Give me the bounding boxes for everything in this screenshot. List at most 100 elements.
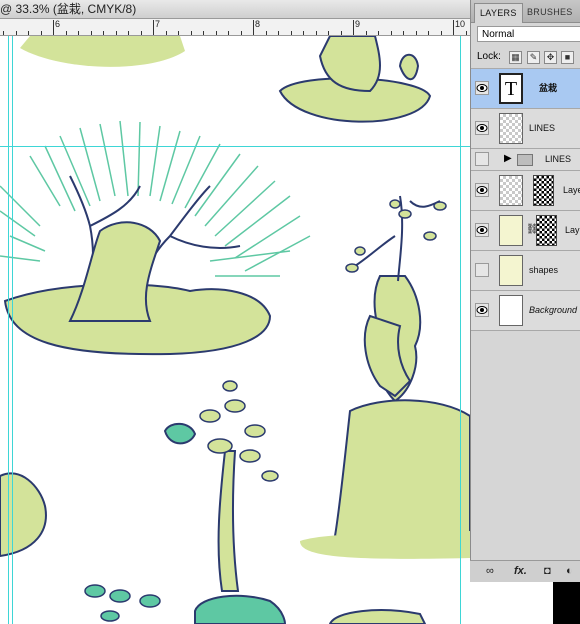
layers-panel: LAYERS BRUSHES Normal Lock: ▦ ✎ ✥ ■ T 盆栽… — [470, 0, 580, 582]
ruler-tick — [328, 31, 329, 35]
ruler-tick — [265, 31, 267, 35]
ruler-tick — [153, 20, 154, 35]
ruler-tick — [228, 31, 229, 35]
layer-name: Background — [529, 305, 578, 315]
layer-row-background[interactable]: Background — [471, 291, 580, 331]
ruler-tick — [40, 31, 42, 35]
layer-thumbnail — [499, 113, 523, 144]
ruler-tick — [428, 31, 429, 35]
link-icon[interactable]: ∞ — [486, 565, 494, 577]
ruler-tick — [465, 31, 467, 35]
ruler-tick — [28, 31, 29, 35]
panel-tabs: LAYERS BRUSHES — [471, 0, 580, 23]
workspace-edge — [553, 582, 580, 624]
layer-thumbnail — [499, 175, 523, 206]
ruler-tick — [103, 31, 104, 35]
visibility-eye-icon[interactable] — [475, 183, 489, 197]
layer-mask-thumbnail[interactable] — [536, 215, 557, 246]
guide-vertical[interactable] — [12, 36, 13, 624]
group-name: LINES — [545, 154, 572, 164]
tab-layers[interactable]: LAYERS — [474, 3, 523, 23]
ruler-tick — [290, 31, 292, 35]
visibility-eye-icon[interactable] — [475, 303, 489, 317]
layer-row-masked[interactable]: Laye — [471, 171, 580, 211]
ruler-tick — [315, 31, 317, 35]
workspace-background — [470, 582, 553, 624]
ruler-tick — [453, 20, 454, 35]
lock-position-icon[interactable]: ✥ — [544, 51, 557, 64]
guide-horizontal[interactable] — [0, 146, 470, 147]
layer-row-masked-linked[interactable]: ⛓ Lay — [471, 211, 580, 251]
ruler-tick — [278, 31, 279, 35]
ruler-tick — [140, 31, 142, 35]
ruler-tick — [303, 31, 304, 35]
document-canvas[interactable] — [0, 36, 470, 624]
horizontal-ruler[interactable]: 6 7 8 9 10 — [0, 19, 470, 36]
ruler-tick — [340, 31, 342, 35]
layer-thumbnail — [499, 255, 523, 286]
text-layer-thumbnail: T — [499, 73, 523, 104]
layer-group-lines[interactable]: ▶ LINES — [471, 149, 580, 171]
ruler-tick — [178, 31, 179, 35]
layer-name: Lay — [565, 225, 580, 235]
visibility-off-box[interactable] — [475, 263, 489, 277]
layer-name: 盆栽 — [539, 83, 558, 93]
lock-row: Lock: ▦ ✎ ✥ ■ — [471, 46, 580, 69]
layer-thumbnail — [499, 215, 523, 246]
ruler-tick — [65, 31, 67, 35]
ruler-tick — [203, 31, 204, 35]
document-title: @ 33.3% (盆栽, CMYK/8) — [0, 2, 137, 16]
background-thumbnail — [499, 295, 523, 326]
ruler-tick — [128, 31, 129, 35]
ruler-tick — [403, 31, 404, 35]
ruler-tick — [3, 31, 4, 35]
blend-mode-select[interactable]: Normal — [477, 26, 580, 42]
lock-all-icon[interactable]: ■ — [561, 51, 574, 64]
layer-row-lines[interactable]: LINES — [471, 109, 580, 149]
layer-row-shapes[interactable]: shapes — [471, 251, 580, 291]
ruler-tick — [165, 31, 167, 35]
ruler-tick — [53, 20, 54, 35]
ruler-tick — [353, 20, 354, 35]
disclosure-triangle-icon[interactable]: ▶ — [504, 153, 512, 164]
ruler-label-7: 7 — [155, 19, 161, 29]
adjustment-icon[interactable]: ◐ — [566, 565, 573, 577]
visibility-eye-icon[interactable] — [475, 121, 489, 135]
guide-vertical[interactable] — [460, 36, 461, 624]
tab-brushes[interactable]: BRUSHES — [522, 3, 578, 22]
ruler-tick — [15, 31, 17, 35]
guide-vertical[interactable] — [8, 36, 9, 624]
layer-name: shapes — [529, 265, 559, 275]
mask-icon[interactable]: ◘ — [544, 565, 551, 577]
lock-transparent-icon[interactable]: ▦ — [509, 51, 522, 64]
ruler-tick — [440, 31, 442, 35]
lock-label: Lock: — [477, 51, 501, 62]
visibility-eye-icon[interactable] — [475, 223, 489, 237]
lock-image-icon[interactable]: ✎ — [527, 51, 540, 64]
ruler-tick — [365, 31, 367, 35]
ruler-label-6: 6 — [55, 19, 61, 29]
ruler-tick — [190, 31, 192, 35]
ruler-label-8: 8 — [255, 19, 261, 29]
visibility-eye-icon[interactable] — [475, 81, 489, 95]
ruler-tick — [378, 31, 379, 35]
layer-row-text[interactable]: T 盆栽 — [471, 69, 580, 109]
ruler-tick — [390, 31, 392, 35]
layers-footer: ∞ fx. ◘ ◐ — [470, 560, 580, 583]
ruler-label-10: 10 — [455, 19, 466, 29]
bonsai-artwork — [0, 36, 470, 624]
document-title-bar: @ 33.3% (盆栽, CMYK/8) — [0, 0, 470, 19]
layer-name: LINES — [529, 123, 556, 133]
ruler-tick — [90, 31, 92, 35]
fx-icon[interactable]: fx. — [514, 565, 527, 577]
ruler-tick — [415, 31, 417, 35]
ruler-tick — [240, 31, 242, 35]
ruler-tick — [215, 31, 217, 35]
layer-name: Laye — [563, 185, 580, 195]
visibility-off-box[interactable] — [475, 152, 489, 166]
ruler-tick — [78, 31, 79, 35]
folder-icon — [517, 154, 533, 166]
layer-list: T 盆栽 LINES ▶ LINES Laye ⛓ Lay — [471, 69, 580, 331]
layer-mask-thumbnail[interactable] — [533, 175, 554, 206]
ruler-label-9: 9 — [355, 19, 361, 29]
